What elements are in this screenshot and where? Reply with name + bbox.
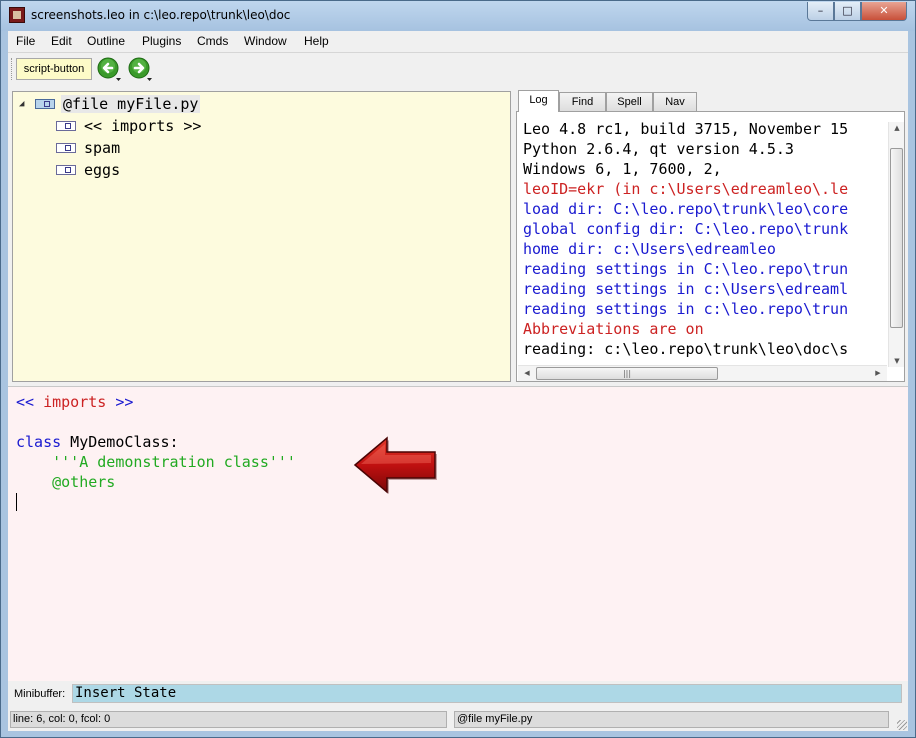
- log-vertical-scrollbar[interactable]: ▲ ▼: [888, 122, 904, 367]
- node-icon: [56, 143, 76, 153]
- app-window: screenshots.leo in c:\leo.repo\trunk\leo…: [0, 0, 916, 738]
- tree-node[interactable]: eggs: [56, 160, 122, 180]
- menu-edit[interactable]: Edit: [49, 34, 74, 48]
- tab-find[interactable]: Find: [559, 92, 606, 112]
- minibuffer: Minibuffer: Insert State: [8, 683, 908, 705]
- tab-log[interactable]: Log: [518, 90, 559, 112]
- keyword: class: [16, 433, 62, 451]
- scroll-right-icon[interactable]: ▶: [871, 369, 885, 377]
- section-delim: <<: [16, 393, 35, 411]
- scroll-thumb[interactable]: |||: [536, 367, 718, 380]
- menu-plugins[interactable]: Plugins: [140, 34, 183, 48]
- log-line: home dir: c:\Users\edreamleo: [523, 240, 776, 258]
- scroll-up-icon[interactable]: ▲: [890, 124, 904, 132]
- status-bar: line: 6, col: 0, fcol: 0 @file myFile.py: [8, 709, 908, 731]
- menu-cmds[interactable]: Cmds: [195, 34, 230, 48]
- scroll-down-icon[interactable]: ▼: [890, 357, 904, 365]
- minibuffer-label: Minibuffer:: [14, 688, 66, 700]
- log-line: reading settings in C:\leo.repo\trun: [523, 260, 849, 278]
- log-line: reading settings in c:\leo.repo\trun: [523, 300, 849, 318]
- menu-help[interactable]: Help: [302, 34, 331, 48]
- docstring-line: '''A demonstration class''': [16, 453, 296, 471]
- title-bar[interactable]: screenshots.leo in c:\leo.repo\trunk\leo…: [1, 1, 915, 31]
- log-line: reading settings in c:\Users\edreaml: [523, 280, 849, 298]
- scroll-left-icon[interactable]: ◀: [520, 369, 534, 377]
- log-text: Leo 4.8 rc1, build 3715, November 15 Pyth…: [523, 119, 883, 359]
- scroll-thumb[interactable]: [890, 148, 903, 328]
- log-line: reading: c:\leo.repo\trunk\leo\doc\s: [523, 340, 849, 358]
- log-horizontal-scrollbar[interactable]: ◀ ||| ▶: [518, 365, 887, 381]
- class-declaration: MyDemoClass:: [61, 433, 179, 451]
- maximize-button[interactable]: □: [834, 2, 861, 21]
- text-caret: [16, 493, 17, 511]
- toolbar: script-button: [8, 54, 908, 85]
- section-delim: >>: [115, 393, 134, 411]
- code-line: class MyDemoClass:: [16, 432, 179, 452]
- node-label: eggs: [84, 161, 121, 179]
- expand-arrow-icon[interactable]: ◢: [19, 94, 24, 114]
- script-button[interactable]: script-button: [16, 58, 92, 80]
- log-line: Python 2.6.4, qt version 4.5.3: [523, 140, 794, 158]
- tree-node[interactable]: spam: [56, 138, 122, 158]
- node-label: @file myFile.py: [61, 95, 201, 113]
- red-arrow-icon: [353, 436, 437, 494]
- leo-app-icon: [9, 7, 25, 23]
- node-icon: [56, 121, 76, 131]
- node-icon: [35, 99, 55, 109]
- resize-grip[interactable]: [897, 720, 907, 730]
- log-line: load dir: C:\leo.repo\trunk\leo\core: [523, 200, 849, 218]
- log-line: Abbreviations are on: [523, 320, 704, 338]
- window-title: screenshots.leo in c:\leo.repo\trunk\leo…: [31, 8, 291, 22]
- body-editor[interactable]: << imports >> class MyDemoClass: '''A de…: [8, 386, 908, 681]
- minibuffer-input[interactable]: Insert State: [72, 684, 902, 703]
- tree-node[interactable]: << imports >>: [56, 116, 203, 136]
- menu-bar: File Edit Outline Plugins Cmds Window He…: [8, 31, 908, 53]
- node-label: spam: [84, 139, 121, 157]
- directive-line: @others: [16, 473, 116, 491]
- menu-window[interactable]: Window: [242, 34, 289, 48]
- section-name: imports: [34, 393, 116, 411]
- log-line: leoID=ekr (in c:\Users\edreamleo\.le: [523, 180, 849, 198]
- outline-pane[interactable]: ◢ @file myFile.py << imports >> spam egg…: [12, 91, 511, 382]
- forward-arrow-icon[interactable]: [128, 57, 152, 81]
- log-line: global config dir: C:\leo.repo\trunk: [523, 220, 849, 238]
- tree-node[interactable]: ◢ @file myFile.py: [19, 94, 201, 114]
- log-line: Leo 4.8 rc1, build 3715, November 15: [523, 120, 849, 138]
- status-node: @file myFile.py: [454, 711, 889, 728]
- log-tab-bar: Log Find Spell Nav: [518, 90, 908, 112]
- menu-outline[interactable]: Outline: [85, 34, 127, 48]
- tab-spell[interactable]: Spell: [606, 92, 653, 112]
- node-icon: [56, 165, 76, 175]
- minimize-button[interactable]: –: [807, 2, 834, 21]
- tab-nav[interactable]: Nav: [653, 92, 697, 112]
- status-position: line: 6, col: 0, fcol: 0: [10, 711, 447, 728]
- log-pane[interactable]: Leo 4.8 rc1, build 3715, November 15 Pyth…: [516, 111, 905, 382]
- main-client-area: File Edit Outline Plugins Cmds Window He…: [8, 31, 908, 731]
- back-arrow-icon[interactable]: [97, 57, 121, 81]
- close-button[interactable]: ✕: [861, 2, 907, 21]
- node-label: << imports >>: [84, 117, 202, 135]
- menu-file[interactable]: File: [14, 34, 37, 48]
- log-line: Windows 6, 1, 7600, 2,: [523, 160, 722, 178]
- toolbar-grip[interactable]: [11, 58, 14, 80]
- code-line: << imports >>: [16, 392, 133, 412]
